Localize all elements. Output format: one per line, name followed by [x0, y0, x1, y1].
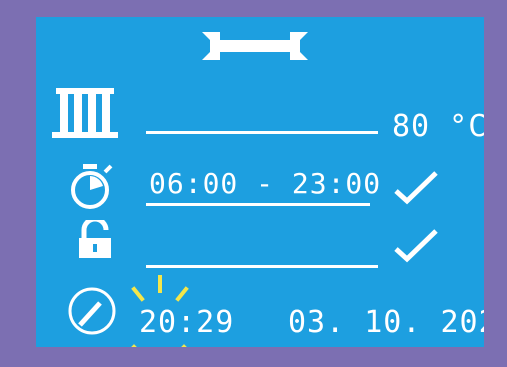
radiator-temp: 80 °C	[392, 109, 484, 144]
radiator-underline	[146, 131, 378, 134]
schedule-text: 06:00 - 23:00	[149, 167, 382, 200]
wrench-icon	[194, 28, 316, 64]
schedule-underline	[146, 203, 370, 206]
lcd-screen: 80 °C 06:00 - 23:00 20:29 03. 10. 20	[36, 17, 484, 347]
checkmark-icon	[394, 171, 438, 205]
padlock-icon	[78, 220, 112, 260]
stopwatch-icon	[67, 162, 115, 210]
device-bezel: 80 °C 06:00 - 23:00 20:29 03. 10. 20	[0, 0, 507, 367]
radiator-icon	[52, 84, 118, 140]
clock-date[interactable]: 03. 10. 202 1.	[288, 305, 484, 340]
schedule-value[interactable]: 06:00 - 23:00	[149, 167, 381, 200]
checkmark-icon	[394, 229, 438, 263]
clock-time[interactable]: 20:29	[139, 305, 234, 340]
lock-underline	[146, 265, 378, 268]
